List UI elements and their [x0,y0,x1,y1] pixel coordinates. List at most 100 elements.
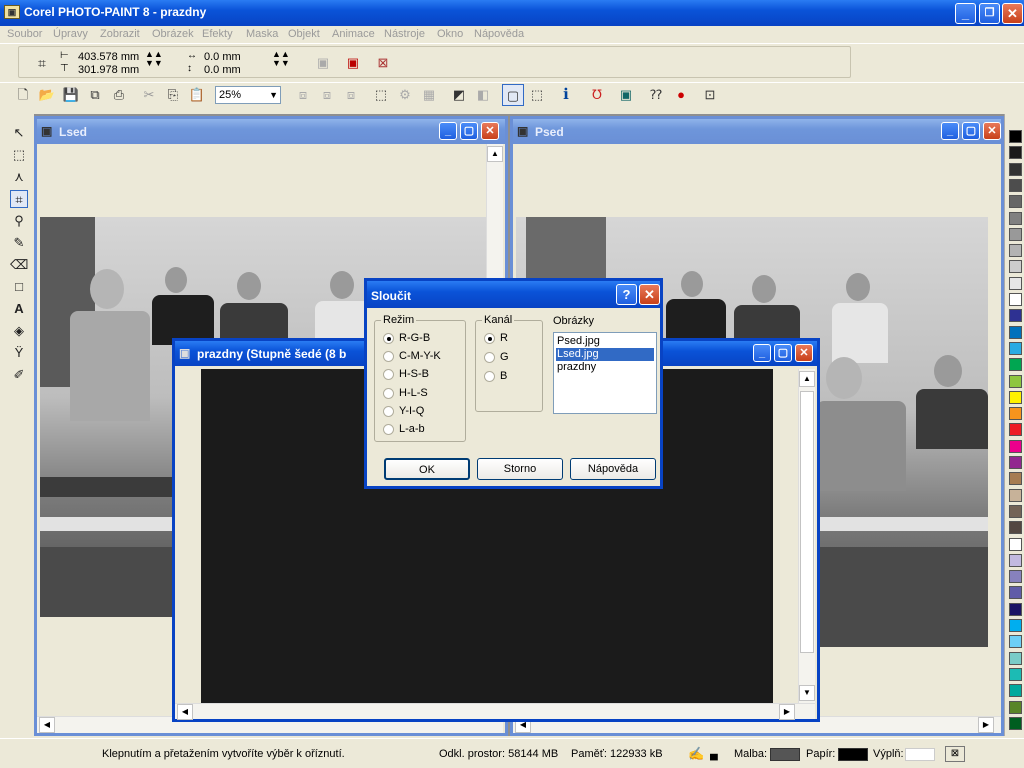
palette-swatch[interactable] [1009,586,1022,600]
images-list-item-selected[interactable]: Lsed.jpg [556,348,654,361]
mode-lab-radio[interactable] [383,424,394,435]
psed-maximize-button[interactable]: ▢ [962,122,980,140]
palette-swatch[interactable] [1009,178,1022,192]
images-list-item[interactable]: prazdny [556,361,654,374]
palette-swatch[interactable] [1009,684,1022,698]
x-value[interactable]: 0.0 mm [204,51,241,63]
copy-document-icon[interactable]: ⧉ [84,84,106,106]
prazdny-close-button[interactable]: ✕ [795,344,813,362]
palette-swatch[interactable] [1009,293,1022,306]
merge-dialog-close-button[interactable]: ✕ [639,284,660,305]
crop-tool-icon[interactable]: ⌗ [10,190,28,208]
palette-swatch[interactable] [1009,553,1022,567]
palette-swatch[interactable] [1009,537,1022,551]
palette-swatch[interactable] [1009,651,1022,665]
prazdny-scroll-left-icon[interactable]: ◀ [177,704,193,720]
palette-swatch[interactable] [1009,244,1022,258]
print-icon[interactable]: ⎙ [108,84,130,106]
mask-icon-5[interactable]: ◧ [472,84,494,106]
psed-close-button[interactable]: ✕ [983,122,1001,140]
mask-icon-2[interactable]: ⚙ [394,84,416,106]
menu-obrazek[interactable]: Obrázek [152,28,194,40]
prazdny-hscrollbar[interactable]: ◀ ▶ [175,703,815,720]
apple-icon[interactable]: ● [670,84,692,106]
menu-soubor[interactable]: Soubor [7,28,42,40]
palette-swatch[interactable] [1009,716,1022,730]
magnet-icon[interactable]: ℧ [586,84,608,106]
palette-swatch[interactable] [1009,667,1022,681]
mask-transform-tool-icon[interactable]: ⋏ [10,168,28,186]
fill-color-swatch[interactable] [905,748,935,761]
monitor-icon[interactable]: ▣ [615,84,637,106]
marquee-dashed-icon[interactable]: ⬚ [526,84,548,106]
palette-swatch[interactable] [1009,504,1022,518]
mask-icon-3[interactable]: ▦ [418,84,440,106]
text-tool-icon[interactable]: A [10,300,28,318]
y-value[interactable]: 0.0 mm [204,64,241,76]
merge-dialog-help-button[interactable]: ? [616,284,637,305]
palette-swatch[interactable] [1009,195,1022,209]
open-folder-icon[interactable]: 📂 [36,84,58,106]
palette-swatch[interactable] [1009,700,1022,714]
help-pointer-icon[interactable]: ⁇ [645,84,667,106]
prazdny-scroll-right-icon[interactable]: ▶ [779,704,795,720]
palette-swatch[interactable] [1009,130,1022,143]
palette-swatch[interactable] [1009,423,1022,437]
mode-hls-radio[interactable] [383,388,394,399]
prazdny-scroll-thumb[interactable] [800,391,814,653]
paint-color-swatch[interactable] [770,748,800,761]
palette-swatch[interactable] [1009,211,1022,225]
effect-tool-icon[interactable]: Ÿ [10,344,28,362]
lsed-close-button[interactable]: ✕ [481,122,499,140]
eraser-tool-icon[interactable]: ⌫ [10,256,28,274]
menu-zobrazit[interactable]: Zobrazit [100,28,140,40]
palette-swatch[interactable] [1009,341,1022,355]
zoom-tool-icon[interactable]: ⚲ [10,212,28,230]
palette-swatch[interactable] [1009,472,1022,486]
new-file-icon[interactable]: 🗋 [12,84,34,106]
palette-swatch[interactable] [1009,521,1022,535]
width-value[interactable]: 403.578 mm [78,51,139,63]
palette-swatch[interactable] [1009,162,1022,176]
psed-minimize-button[interactable]: _ [941,122,959,140]
palette-swatch[interactable] [1009,619,1022,632]
object-icon-3[interactable]: ⧈ [340,84,362,106]
copy-icon[interactable]: ⎘ [162,84,184,106]
menu-okno[interactable]: Okno [437,28,463,40]
app-restore-button[interactable]: ❐ [979,3,1000,24]
prazdny-scroll-up-icon[interactable]: ▲ [799,371,815,387]
palette-swatch[interactable] [1009,374,1022,388]
paste-icon[interactable]: 📋 [186,84,208,106]
cancel-button[interactable]: Storno [477,458,563,480]
palette-swatch[interactable] [1009,325,1022,339]
menu-maska[interactable]: Maska [246,28,278,40]
help-button[interactable]: Nápověda [570,458,656,480]
prazdny-minimize-button[interactable]: _ [753,344,771,362]
mask-icon-1[interactable]: ⬚ [370,84,392,106]
height-value[interactable]: 301.978 mm [78,64,139,76]
screen-icon[interactable]: ⊡ [699,84,721,106]
palette-swatch[interactable] [1009,407,1022,421]
menu-napoveda[interactable]: Nápověda [474,28,524,40]
palette-swatch[interactable] [1009,456,1022,469]
menu-objekt[interactable]: Objekt [288,28,320,40]
save-icon[interactable]: 💾 [60,84,82,106]
channel-b-radio[interactable] [484,371,495,382]
palette-swatch[interactable] [1009,309,1022,323]
crop-icon-disabled[interactable]: ▣ [312,52,334,74]
menu-animace[interactable]: Animace [332,28,375,40]
paint-tool-icon[interactable]: ✐ [10,366,28,384]
prazdny-scroll-down-icon[interactable]: ▼ [799,685,815,701]
channel-r-radio[interactable] [484,333,495,344]
psed-scroll-right-icon[interactable]: ▶ [978,717,994,733]
palette-swatch[interactable] [1009,439,1022,453]
channel-g-radio[interactable] [484,352,495,363]
crop-to-mask-icon[interactable]: ▣ [342,52,364,74]
fill-tool-icon[interactable]: ◈ [10,322,28,340]
palette-swatch[interactable] [1009,146,1022,160]
zoom-select[interactable]: 25% ▼ [215,86,281,104]
paper-color-swatch[interactable] [838,748,868,761]
width-stepper[interactable]: ▲▲ ▼▼ [145,50,163,68]
prazdny-maximize-button[interactable]: ▢ [774,344,792,362]
crop-border-icon[interactable]: ⊠ [372,52,394,74]
